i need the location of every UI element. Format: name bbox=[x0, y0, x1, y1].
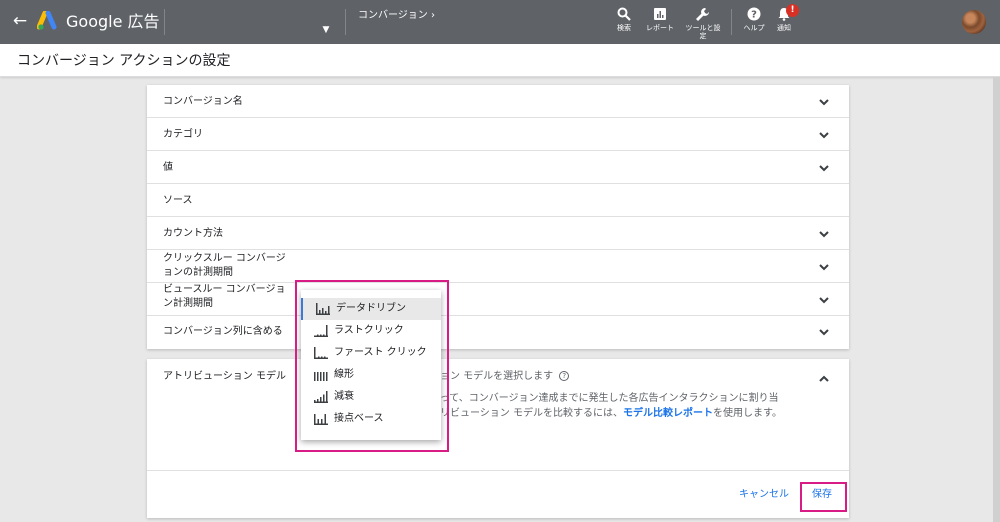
page-title: コンバージョン アクションの設定 bbox=[17, 53, 231, 69]
attribution-title: アトリビューション モデル bbox=[163, 371, 286, 382]
top-bar: ← Google 広告 ▼ コンバージョン › 検索 レポート ツールと設定 ?… bbox=[0, 0, 1000, 44]
setting-label: ソース bbox=[163, 195, 193, 206]
setting-label: コンバージョン名 bbox=[163, 96, 243, 107]
notifications-button[interactable]: ! 通知 bbox=[764, 4, 804, 43]
description-text-end: を使用します。 bbox=[712, 408, 782, 419]
save-highlight-box bbox=[800, 482, 847, 512]
brand-name: Google 広告 bbox=[66, 12, 160, 31]
avatar[interactable] bbox=[962, 10, 986, 34]
attribution-description: よって、コンバージョン達成までに発生した各広告インタラクションに割り当 トリビュ… bbox=[430, 391, 810, 421]
scrollbar[interactable] bbox=[993, 77, 1000, 522]
divider bbox=[147, 470, 849, 471]
chevron-up-icon[interactable] bbox=[817, 372, 831, 386]
setting-row-category[interactable]: カテゴリ bbox=[147, 118, 849, 151]
attribution-select-prompt: ション モデルを選択します? bbox=[430, 370, 570, 383]
setting-label-line2: ン計測期間 bbox=[163, 298, 213, 309]
chevron-down-icon[interactable] bbox=[817, 161, 831, 175]
search-label: 検索 bbox=[617, 24, 631, 32]
dropdown-highlight-box bbox=[295, 280, 449, 452]
report-label: レポート bbox=[646, 24, 674, 32]
setting-row-click-through-window[interactable]: クリックスルー コンバージ ョンの計測期間 bbox=[147, 250, 849, 283]
setting-row-count[interactable]: カウント方法 bbox=[147, 217, 849, 250]
chevron-down-icon[interactable] bbox=[817, 128, 831, 142]
model-comparison-report-link[interactable]: モデル比較レポート bbox=[623, 408, 713, 419]
help-icon: ? bbox=[747, 7, 761, 21]
divider bbox=[731, 9, 732, 35]
back-arrow-icon[interactable]: ← bbox=[10, 10, 30, 32]
chevron-down-icon[interactable] bbox=[817, 260, 831, 274]
setting-label: カウント方法 bbox=[163, 228, 223, 239]
attribution-card: アトリビューション モデル ション モデルを選択します? よって、コンバージョン… bbox=[147, 359, 849, 518]
settings-card: コンバージョン名 カテゴリ 値 ソース カウント方法 クリックスルー コンバージ… bbox=[147, 85, 849, 349]
tools-label: ツールと設定 bbox=[685, 24, 721, 40]
wrench-icon bbox=[696, 8, 709, 21]
chevron-down-icon[interactable] bbox=[817, 95, 831, 109]
setting-label: 値 bbox=[163, 162, 173, 173]
breadcrumb[interactable]: コンバージョン › bbox=[358, 9, 435, 23]
svg-text:?: ? bbox=[751, 10, 757, 21]
setting-row-source: ソース bbox=[147, 184, 849, 217]
divider bbox=[345, 9, 346, 35]
notification-badge: ! bbox=[786, 4, 799, 17]
search-icon bbox=[617, 7, 631, 21]
tools-button[interactable]: ツールと設定 bbox=[683, 7, 723, 43]
help-icon[interactable]: ? bbox=[559, 371, 570, 381]
setting-label: コンバージョン列に含める bbox=[163, 326, 283, 337]
divider bbox=[164, 9, 165, 35]
description-line1: よって、コンバージョン達成までに発生した各広告インタラクションに割り当 bbox=[430, 393, 779, 404]
setting-row-conversion-name[interactable]: コンバージョン名 bbox=[147, 85, 849, 118]
setting-label-line1: ビュースルー コンバージョ bbox=[163, 284, 286, 295]
google-ads-logo[interactable] bbox=[37, 11, 59, 31]
chevron-down-icon[interactable] bbox=[817, 293, 831, 307]
setting-row-view-through-window[interactable]: ビュースルー コンバージョ ン計測期間 bbox=[147, 283, 849, 316]
report-icon bbox=[654, 8, 666, 20]
setting-label: カテゴリ bbox=[163, 129, 203, 140]
report-button[interactable]: レポート bbox=[640, 7, 680, 43]
cancel-button[interactable]: キャンセル bbox=[739, 488, 789, 501]
setting-label-line1: クリックスルー コンバージ bbox=[163, 253, 286, 264]
setting-label-line2: ョンの計測期間 bbox=[163, 267, 233, 278]
account-dropdown-icon[interactable]: ▼ bbox=[318, 24, 334, 36]
chevron-down-icon[interactable] bbox=[817, 325, 831, 339]
setting-row-value[interactable]: 値 bbox=[147, 151, 849, 184]
setting-row-include-in-conversions[interactable]: コンバージョン列に含める bbox=[147, 316, 849, 349]
chevron-down-icon[interactable] bbox=[817, 227, 831, 241]
search-button[interactable]: 検索 bbox=[604, 7, 644, 43]
notifications-label: 通知 bbox=[777, 24, 791, 32]
description-line2: トリビューション モデルを比較するには、モデル比較レポートを使用します。 bbox=[430, 406, 810, 421]
description-text: トリビューション モデルを比較するには、 bbox=[430, 408, 623, 419]
title-bar: コンバージョン アクションの設定 bbox=[0, 44, 1000, 77]
